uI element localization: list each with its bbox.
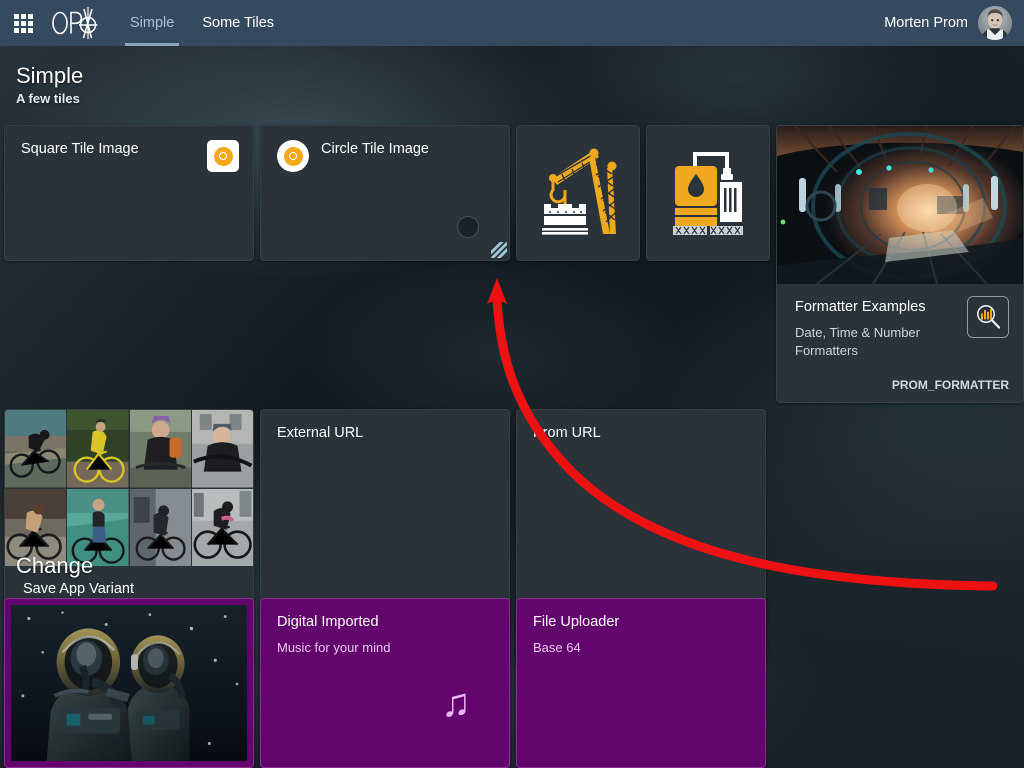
music-note-icon: ♫ bbox=[441, 683, 471, 723]
tile-title: Circle Tile Image bbox=[321, 140, 429, 159]
tile-row: Square Tile Image Circle Tile Image bbox=[0, 125, 1024, 403]
tile-square-tile-image[interactable]: Square Tile Image bbox=[4, 125, 254, 261]
tile-group-change: Change bbox=[0, 552, 1024, 768]
feature-image-scifi-corridor bbox=[777, 126, 1023, 284]
header-tabs: Simple Some Tiles bbox=[116, 0, 288, 46]
cyclist-photo bbox=[130, 410, 191, 488]
orange-target-circle-icon bbox=[277, 140, 309, 172]
tile-info: PROM_FORMATTER bbox=[892, 378, 1009, 392]
magnifier-chart-glyph bbox=[974, 303, 1002, 331]
tile-title: External URL bbox=[277, 424, 495, 443]
cyclist-mosaic bbox=[5, 410, 253, 566]
tile-subtitle: Base 64 bbox=[533, 639, 751, 657]
mosaic-cell bbox=[5, 410, 66, 488]
tile-crane[interactable] bbox=[516, 125, 640, 261]
group-header-change: Change bbox=[0, 552, 1024, 580]
page-content: Simple A few tiles Square Tile Image bbox=[0, 46, 1024, 768]
mosaic-cell bbox=[67, 410, 128, 488]
tab-some-tiles-label: Some Tiles bbox=[202, 15, 274, 31]
magnifier-chart-icon bbox=[967, 296, 1009, 338]
avatar[interactable] bbox=[978, 6, 1012, 40]
opa-logo-icon bbox=[50, 6, 102, 40]
tile-oil-refinery[interactable] bbox=[646, 125, 770, 261]
orange-target-square-icon bbox=[207, 140, 239, 172]
tile-title: Prom URL bbox=[533, 424, 751, 443]
astronauts-art bbox=[11, 605, 247, 761]
tile-subtitle: Date, Time & Number Formatters bbox=[795, 324, 945, 360]
tab-simple[interactable]: Simple bbox=[116, 0, 188, 46]
astronauts-image bbox=[11, 605, 247, 761]
tab-some-tiles[interactable]: Some Tiles bbox=[188, 0, 288, 46]
tile-formatter-examples[interactable]: Formatter Examples Date, Time & Number F… bbox=[776, 125, 1024, 403]
brand-logo[interactable] bbox=[50, 0, 102, 46]
shell-header: Simple Some Tiles Morten Prom bbox=[0, 0, 1024, 46]
tile-digital-imported[interactable]: Digital Imported Music for your mind ♫ bbox=[260, 598, 510, 768]
group-header-simple: Simple A few tiles bbox=[0, 62, 1024, 108]
group-title: Simple bbox=[16, 62, 1024, 90]
tile-title: Digital Imported bbox=[277, 613, 495, 632]
mosaic-cell bbox=[192, 410, 253, 488]
mosaic-cell bbox=[130, 410, 191, 488]
group-subtitle: A few tiles bbox=[16, 90, 1024, 108]
tile-subtitle: Music for your mind bbox=[277, 639, 495, 657]
cyclist-photo bbox=[5, 410, 66, 488]
tile-title: Square Tile Image bbox=[21, 140, 207, 159]
tile-file-uploader[interactable]: File Uploader Base 64 bbox=[516, 598, 766, 768]
user-name: Morten Prom bbox=[884, 15, 968, 31]
tile-row: Digital Imported Music for your mind ♫ F… bbox=[0, 598, 1024, 768]
tab-simple-label: Simple bbox=[130, 15, 174, 31]
tile-astronauts[interactable] bbox=[4, 598, 254, 768]
circle-image-placeholder bbox=[457, 216, 479, 238]
cyclist-photo bbox=[192, 410, 253, 488]
cyclist-photo bbox=[67, 410, 128, 488]
header-user-area: Morten Prom bbox=[884, 0, 1024, 46]
tile-title: File Uploader bbox=[533, 613, 751, 632]
app-launcher-button[interactable] bbox=[0, 0, 46, 46]
group-title: Change bbox=[16, 552, 1024, 580]
grid-menu-icon bbox=[14, 14, 33, 33]
resize-grip-handle[interactable] bbox=[491, 242, 507, 258]
crane-icon bbox=[532, 144, 624, 242]
tile-circle-tile-image[interactable]: Circle Tile Image bbox=[260, 125, 510, 261]
oil-refinery-icon bbox=[665, 144, 751, 242]
scifi-corridor-art bbox=[777, 126, 1023, 284]
avatar-photo bbox=[978, 6, 1012, 40]
